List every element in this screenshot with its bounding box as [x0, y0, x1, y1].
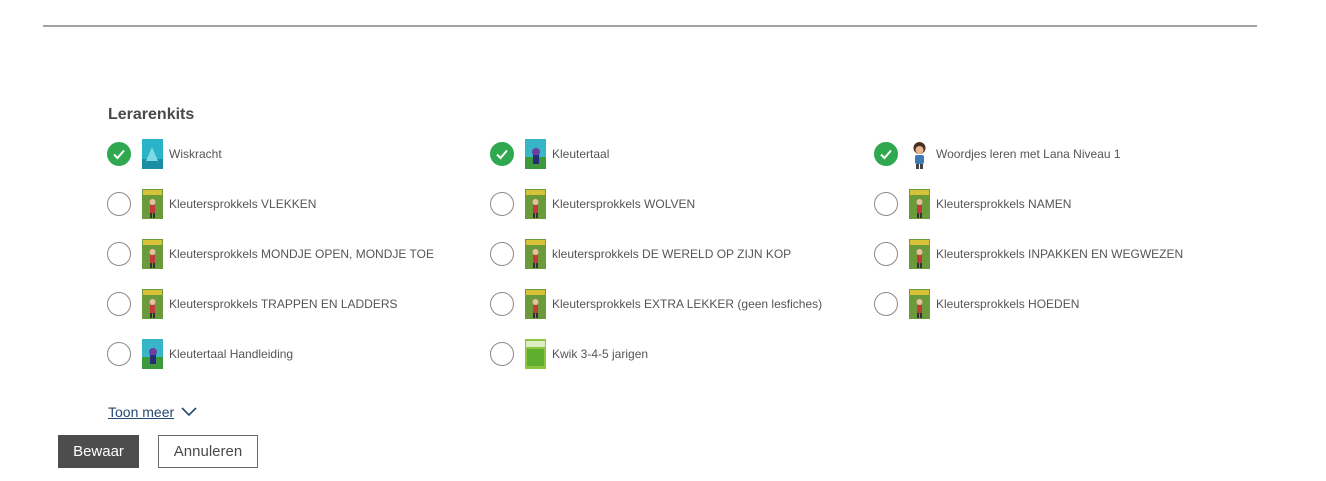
kit-option[interactable]: Kleutersprokkels WOLVEN [490, 188, 695, 220]
wiskracht-cover-icon [142, 139, 163, 169]
kit-radio[interactable] [490, 192, 514, 216]
chevron-down-icon[interactable] [181, 407, 197, 417]
kleutersprokkels-cover-icon [525, 189, 546, 219]
kit-radio[interactable] [490, 292, 514, 316]
checkmark-icon [496, 149, 508, 160]
kit-option[interactable]: kleutersprokkels DE WERELD OP ZIJN KOP [490, 238, 791, 270]
kit-radio[interactable] [107, 342, 131, 366]
kit-radio-checked[interactable] [874, 142, 898, 166]
kit-label: Kleutertaal Handleiding [169, 347, 294, 361]
kit-label: Woordjes leren met Lana Niveau 1 [936, 147, 1121, 161]
section-title: Lerarenkits [108, 106, 195, 123]
kit-label: Kleutersprokkels TRAPPEN EN LADDERS [169, 297, 398, 311]
kit-label: Kwik 3-4-5 jarigen [552, 347, 649, 361]
kit-option[interactable]: Kleutersprokkels MONDJE OPEN, MONDJE TOE [107, 238, 434, 270]
kit-option[interactable]: Woordjes leren met Lana Niveau 1 [874, 138, 1121, 170]
kleutersprokkels-cover-icon [525, 289, 546, 319]
kit-option[interactable]: Kleutersprokkels HOEDEN [874, 288, 1079, 320]
kit-option[interactable]: Kleutersprokkels TRAPPEN EN LADDERS [107, 288, 398, 320]
kit-radio-checked[interactable] [107, 142, 131, 166]
checkmark-icon [880, 149, 892, 160]
toon-meer-link[interactable]: Toon meer [108, 404, 197, 420]
kleutertaal-handleiding-cover-icon [142, 339, 163, 369]
kit-label: Kleutertaal [552, 147, 610, 161]
kit-label: Kleutersprokkels NAMEN [936, 197, 1072, 211]
kwik-cover-icon [525, 339, 546, 369]
kit-label: Kleutersprokkels EXTRA LEKKER (geen lesf… [552, 297, 823, 311]
kit-radio[interactable] [874, 292, 898, 316]
kit-label: Kleutersprokkels HOEDEN [936, 297, 1080, 311]
kleutersprokkels-cover-icon [909, 289, 930, 319]
kit-label: Kleutersprokkels VLEKKEN [169, 197, 317, 211]
kit-label: Kleutersprokkels WOLVEN [552, 197, 696, 211]
kit-radio[interactable] [107, 242, 131, 266]
kit-radio[interactable] [874, 242, 898, 266]
toon-meer-label[interactable]: Toon meer [108, 404, 174, 420]
kit-option[interactable]: Kleutersprokkels NAMEN [874, 188, 1071, 220]
top-divider [43, 25, 1257, 27]
kit-label: Wiskracht [169, 147, 222, 161]
kleutersprokkels-cover-icon [142, 289, 163, 319]
kleutertaal-cover-icon [525, 139, 546, 169]
cancel-button[interactable]: Annuleren [158, 435, 258, 468]
kit-radio-checked[interactable] [490, 142, 514, 166]
kleutersprokkels-cover-icon [142, 189, 163, 219]
kit-label: kleutersprokkels DE WERELD OP ZIJN KOP [552, 247, 792, 261]
kleutersprokkels-cover-icon [909, 239, 930, 269]
lana-character-icon [909, 139, 930, 169]
kit-label: Kleutersprokkels MONDJE OPEN, MONDJE TOE [169, 247, 434, 261]
kit-option[interactable]: Kwik 3-4-5 jarigen [490, 338, 648, 370]
kleutersprokkels-cover-icon [909, 189, 930, 219]
kit-radio[interactable] [107, 192, 131, 216]
kit-label: Kleutersprokkels INPAKKEN EN WEGWEZEN [936, 247, 1184, 261]
kit-radio[interactable] [874, 192, 898, 216]
kit-option[interactable]: Kleutersprokkels INPAKKEN EN WEGWEZEN [874, 238, 1183, 270]
kleutersprokkels-cover-icon [525, 239, 546, 269]
kleutersprokkels-cover-icon [142, 239, 163, 269]
kit-radio[interactable] [490, 242, 514, 266]
checkmark-icon [113, 149, 125, 160]
kit-option[interactable]: Kleutersprokkels EXTRA LEKKER (geen lesf… [490, 288, 822, 320]
kit-option[interactable]: Kleutertaal Handleiding [107, 338, 293, 370]
kit-option[interactable]: Kleutertaal [490, 138, 609, 170]
save-button[interactable]: Bewaar [58, 435, 139, 468]
kit-option[interactable]: Kleutersprokkels VLEKKEN [107, 188, 316, 220]
kit-radio[interactable] [490, 342, 514, 366]
kit-radio[interactable] [107, 292, 131, 316]
kit-option[interactable]: Wiskracht [107, 138, 222, 170]
